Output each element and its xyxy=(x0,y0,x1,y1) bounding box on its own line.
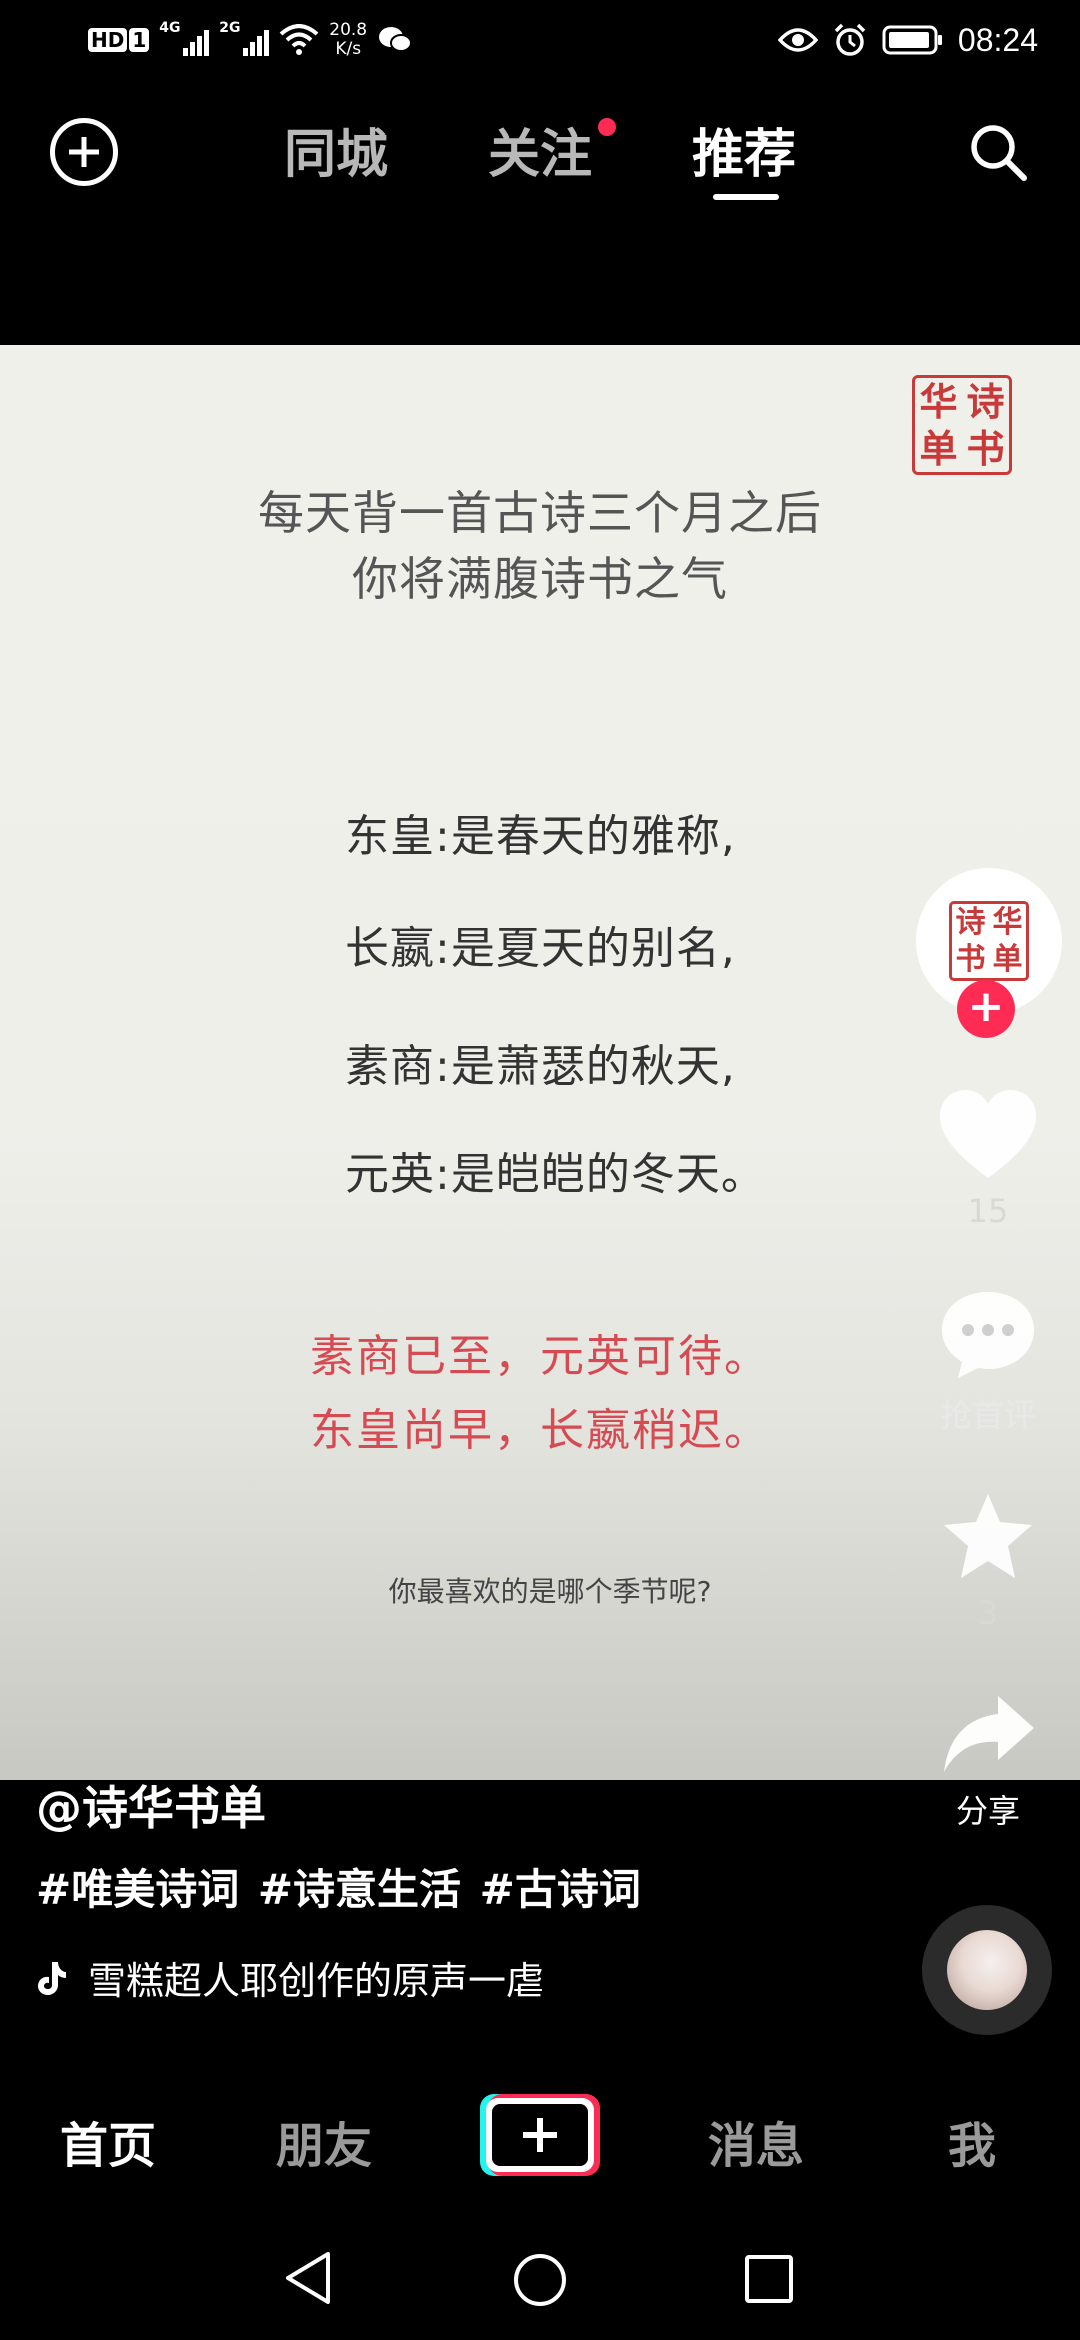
comment-icon[interactable] xyxy=(938,1288,1038,1380)
follow-button[interactable]: + xyxy=(957,980,1015,1038)
seal-char: 诗 xyxy=(955,905,986,940)
signal-2g-label: 2G xyxy=(219,20,241,36)
star-icon[interactable] xyxy=(940,1490,1036,1582)
tab-messages[interactable]: 消息 xyxy=(708,2106,804,2176)
tab-me[interactable]: 我 xyxy=(948,2106,996,2176)
seal-char: 单 xyxy=(992,942,1023,977)
share-icon[interactable] xyxy=(940,1692,1036,1776)
author-name[interactable]: @诗华书单 xyxy=(36,1772,266,1838)
seal-logo: 华 诗 单 书 xyxy=(912,375,1012,475)
seal-char: 华 xyxy=(992,905,1023,940)
status-right: 08:24 xyxy=(777,14,1038,66)
definition-line: 东皇:是春天的雅称, xyxy=(345,811,736,862)
seal-char: 华 xyxy=(919,379,958,424)
speed-value: 20.8 xyxy=(329,20,368,40)
music-cover xyxy=(947,1930,1027,2010)
definition-line: 素商:是萧瑟的秋天, xyxy=(345,1041,736,1092)
tab-home[interactable]: 首页 xyxy=(60,2106,156,2176)
sim-label: 1 xyxy=(129,28,150,52)
eye-icon xyxy=(777,28,818,52)
headline-line: 你将满腹诗书之气 xyxy=(352,552,728,606)
hashtags[interactable]: #唯美诗词 #诗意生活 #古诗词 xyxy=(36,1856,641,1917)
tab-recommend[interactable]: 推荐 xyxy=(692,112,796,187)
system-nav-bar xyxy=(0,2200,1080,2340)
season-definitions: 东皇:是春天的雅称, 长嬴:是夏天的别名, 素商:是萧瑟的秋天, 元英:是皑皑的… xyxy=(345,797,766,1247)
hd-indicator: HD 1 xyxy=(88,28,150,52)
network-speed: 20.8 K/s xyxy=(329,21,367,59)
tab-friends[interactable]: 朋友 xyxy=(276,2106,372,2176)
seal-char: 诗 xyxy=(966,379,1005,424)
recents-icon[interactable] xyxy=(744,2254,794,2304)
tiktok-note-icon xyxy=(38,1961,66,1995)
hd-label: HD xyxy=(88,28,128,52)
clock: 08:24 xyxy=(957,21,1038,58)
alarm-icon xyxy=(834,23,866,56)
couplet-line: 素商已至，元英可待。 xyxy=(310,1331,770,1382)
notification-dot xyxy=(598,118,616,136)
couplet-line: 东皇尚早，长嬴稍迟。 xyxy=(310,1405,770,1456)
seal-char: 书 xyxy=(955,942,986,977)
share-label: 分享 xyxy=(955,1792,1020,1830)
music-info[interactable]: 雪糕超人耶创作的原声一虐 xyxy=(36,1950,576,2005)
add-circle-icon[interactable] xyxy=(50,118,118,186)
music-title: 雪糕超人耶创作的原声一虐 xyxy=(88,1959,545,2003)
poem-couplet: 素商已至，元英可待。 东皇尚早，长嬴稍迟。 xyxy=(0,1320,1080,1468)
seal-char: 书 xyxy=(966,426,1005,471)
speed-unit: K/s xyxy=(335,39,362,59)
bottom-tab-bar: 首页 朋友 消息 我 xyxy=(0,2070,1080,2200)
back-icon[interactable] xyxy=(282,2250,334,2306)
signal-4g-icon: 4G xyxy=(159,20,210,58)
definition-line: 长嬴:是夏天的别名, xyxy=(345,923,736,974)
like-count: 15 xyxy=(967,1192,1009,1230)
home-icon[interactable] xyxy=(512,2252,568,2308)
video-question: 你最喜欢的是哪个季节呢? xyxy=(388,1575,712,1608)
plus-icon xyxy=(492,2104,588,2166)
tab-following[interactable]: 关注 xyxy=(488,112,592,187)
search-icon[interactable] xyxy=(966,120,1030,184)
tab-local[interactable]: 同城 xyxy=(284,112,388,187)
music-disc[interactable] xyxy=(922,1905,1052,2035)
signal-2g-icon: 2G xyxy=(219,20,270,58)
video-player[interactable]: 华 诗 单 书 每天背一首古诗三个月之后 你将满腹诗书之气 东皇:是春天的雅称,… xyxy=(0,345,1080,1780)
comment-label: 抢首评 xyxy=(939,1396,1036,1434)
heart-icon[interactable] xyxy=(936,1088,1040,1184)
signal-4g-label: 4G xyxy=(159,20,181,36)
create-button[interactable] xyxy=(480,2094,600,2176)
wifi-icon xyxy=(279,24,319,55)
active-tab-indicator xyxy=(713,194,779,200)
headline-line: 每天背一首古诗三个月之后 xyxy=(258,486,822,540)
status-left: HD 1 4G 2G 20.8 K/s xyxy=(88,14,413,66)
video-headline: 每天背一首古诗三个月之后 你将满腹诗书之气 xyxy=(0,480,1080,612)
top-nav: 同城 关注 推荐 xyxy=(0,80,1080,345)
wechat-icon xyxy=(379,27,413,52)
seal-char: 单 xyxy=(919,426,958,471)
favorite-count: 3 xyxy=(977,1594,999,1632)
status-bar: HD 1 4G 2G 20.8 K/s 08:24 xyxy=(0,0,1080,80)
definition-line: 元英:是皑皑的冬天。 xyxy=(345,1149,766,1200)
battery-icon xyxy=(882,25,942,55)
